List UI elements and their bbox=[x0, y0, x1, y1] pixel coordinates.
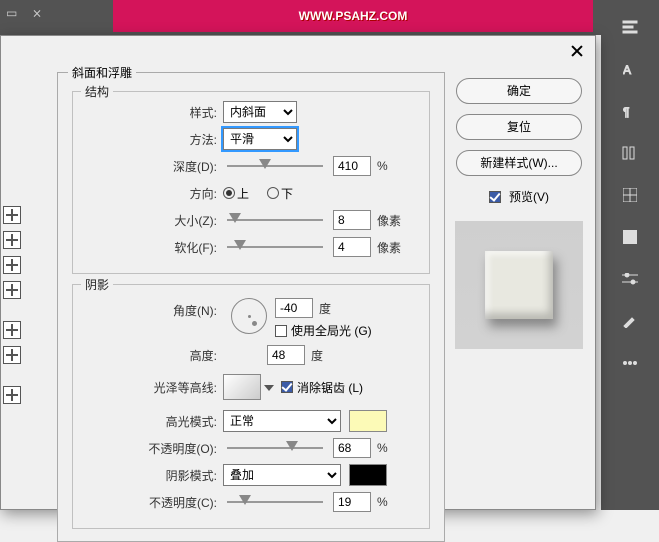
direction-up-label: 上 bbox=[237, 185, 249, 202]
angle-input[interactable] bbox=[275, 298, 313, 318]
direction-down-radio[interactable] bbox=[267, 187, 279, 199]
new-style-button[interactable]: 新建样式(W)... bbox=[456, 150, 582, 176]
add-effect-button[interactable] bbox=[3, 346, 21, 364]
brush-icon[interactable] bbox=[620, 312, 640, 330]
direction-label: 方向: bbox=[131, 185, 223, 202]
angle-dial[interactable] bbox=[231, 298, 267, 334]
structure-label: 结构 bbox=[81, 83, 113, 100]
soften-unit: 像素 bbox=[377, 239, 401, 256]
grid-icon[interactable] bbox=[620, 186, 640, 204]
depth-unit: % bbox=[377, 159, 388, 173]
left-toolbar: ▭ ⨯ bbox=[0, 0, 68, 35]
shadow-opacity-label: 不透明度(C): bbox=[131, 494, 223, 511]
antialias-checkbox[interactable] bbox=[281, 381, 293, 393]
more-icon[interactable] bbox=[620, 354, 640, 372]
highlight-opacity-label: 不透明度(O): bbox=[131, 440, 223, 457]
soften-input[interactable] bbox=[333, 237, 371, 257]
global-light-checkbox[interactable] bbox=[275, 325, 287, 337]
shadow-opacity-slider[interactable] bbox=[227, 495, 323, 509]
swatch-icon[interactable] bbox=[620, 228, 640, 246]
character-icon[interactable]: A bbox=[620, 60, 640, 78]
right-options-panel: A ¶ bbox=[601, 0, 659, 510]
angle-unit: 度 bbox=[319, 300, 331, 317]
close-icon[interactable] bbox=[569, 44, 585, 60]
technique-select[interactable]: 平滑 bbox=[223, 128, 297, 150]
add-effect-button[interactable] bbox=[3, 206, 21, 224]
antialias-label: 消除锯齿 (L) bbox=[297, 379, 363, 396]
size-unit: 像素 bbox=[377, 212, 401, 229]
glyphs-icon[interactable] bbox=[620, 144, 640, 162]
dialog-buttons: 确定 复位 新建样式(W)... 预览(V) bbox=[453, 78, 585, 349]
direction-down-label: 下 bbox=[281, 185, 293, 202]
highlight-mode-select[interactable]: 正常 bbox=[223, 410, 341, 432]
gloss-label: 光泽等高线: bbox=[131, 379, 223, 396]
shadow-color-swatch[interactable] bbox=[349, 464, 387, 486]
style-select[interactable]: 内斜面 bbox=[223, 101, 297, 123]
altitude-unit: 度 bbox=[311, 347, 323, 364]
svg-text:A: A bbox=[623, 63, 631, 76]
shadow-mode-select[interactable]: 叠加 bbox=[223, 464, 341, 486]
preview-checkbox[interactable] bbox=[489, 191, 501, 203]
layer-style-dialog: 斜面和浮雕 结构 样式: 内斜面 方法: 平滑 深度(D): % 方向: 上 bbox=[0, 35, 596, 510]
depth-slider[interactable] bbox=[227, 159, 323, 173]
style-label: 样式: bbox=[131, 104, 223, 121]
section-title: 斜面和浮雕 bbox=[68, 64, 136, 81]
add-effect-button[interactable] bbox=[3, 281, 21, 299]
highlight-color-swatch[interactable] bbox=[349, 410, 387, 432]
preview-label: 预览(V) bbox=[509, 188, 549, 205]
adjust-icon[interactable] bbox=[620, 270, 640, 288]
angle-label: 角度(N): bbox=[131, 298, 223, 319]
gloss-contour-picker[interactable] bbox=[223, 374, 261, 400]
highlight-mode-label: 高光模式: bbox=[131, 413, 223, 430]
soften-slider[interactable] bbox=[227, 240, 323, 254]
global-light-label: 使用全局光 (G) bbox=[291, 322, 372, 339]
highlight-opacity-slider[interactable] bbox=[227, 441, 323, 455]
highlight-opacity-unit: % bbox=[377, 441, 388, 455]
depth-label: 深度(D): bbox=[131, 158, 223, 175]
size-slider[interactable] bbox=[227, 213, 323, 227]
add-effect-button[interactable] bbox=[3, 386, 21, 404]
highlight-opacity-input[interactable] bbox=[333, 438, 371, 458]
shadow-label: 阴影 bbox=[81, 276, 113, 293]
watermark-banner: WWW.PSAHZ.COM bbox=[113, 0, 593, 32]
altitude-label: 高度: bbox=[131, 347, 223, 364]
svg-text:¶: ¶ bbox=[623, 105, 629, 118]
technique-label: 方法: bbox=[131, 131, 223, 148]
ok-button[interactable]: 确定 bbox=[456, 78, 582, 104]
add-effect-button[interactable] bbox=[3, 256, 21, 274]
size-input[interactable] bbox=[333, 210, 371, 230]
shadow-mode-label: 阴影模式: bbox=[131, 467, 223, 484]
size-label: 大小(Z): bbox=[131, 212, 223, 229]
add-effect-button[interactable] bbox=[3, 231, 21, 249]
tool-icon-a[interactable]: ▭ bbox=[6, 6, 26, 26]
effects-list bbox=[1, 206, 23, 404]
tool-icon-b[interactable]: ⨯ bbox=[32, 6, 52, 26]
paragraph-icon[interactable] bbox=[620, 18, 640, 36]
shadow-opacity-input[interactable] bbox=[333, 492, 371, 512]
shadow-opacity-unit: % bbox=[377, 495, 388, 509]
reset-button[interactable]: 复位 bbox=[456, 114, 582, 140]
bevel-emboss-panel: 斜面和浮雕 结构 样式: 内斜面 方法: 平滑 深度(D): % 方向: 上 bbox=[57, 72, 445, 542]
depth-input[interactable] bbox=[333, 156, 371, 176]
preview-thumbnail bbox=[455, 221, 583, 349]
altitude-input[interactable] bbox=[267, 345, 305, 365]
direction-up-radio[interactable] bbox=[223, 187, 235, 199]
add-effect-button[interactable] bbox=[3, 321, 21, 339]
soften-label: 软化(F): bbox=[131, 239, 223, 256]
pilcrow-icon[interactable]: ¶ bbox=[620, 102, 640, 120]
